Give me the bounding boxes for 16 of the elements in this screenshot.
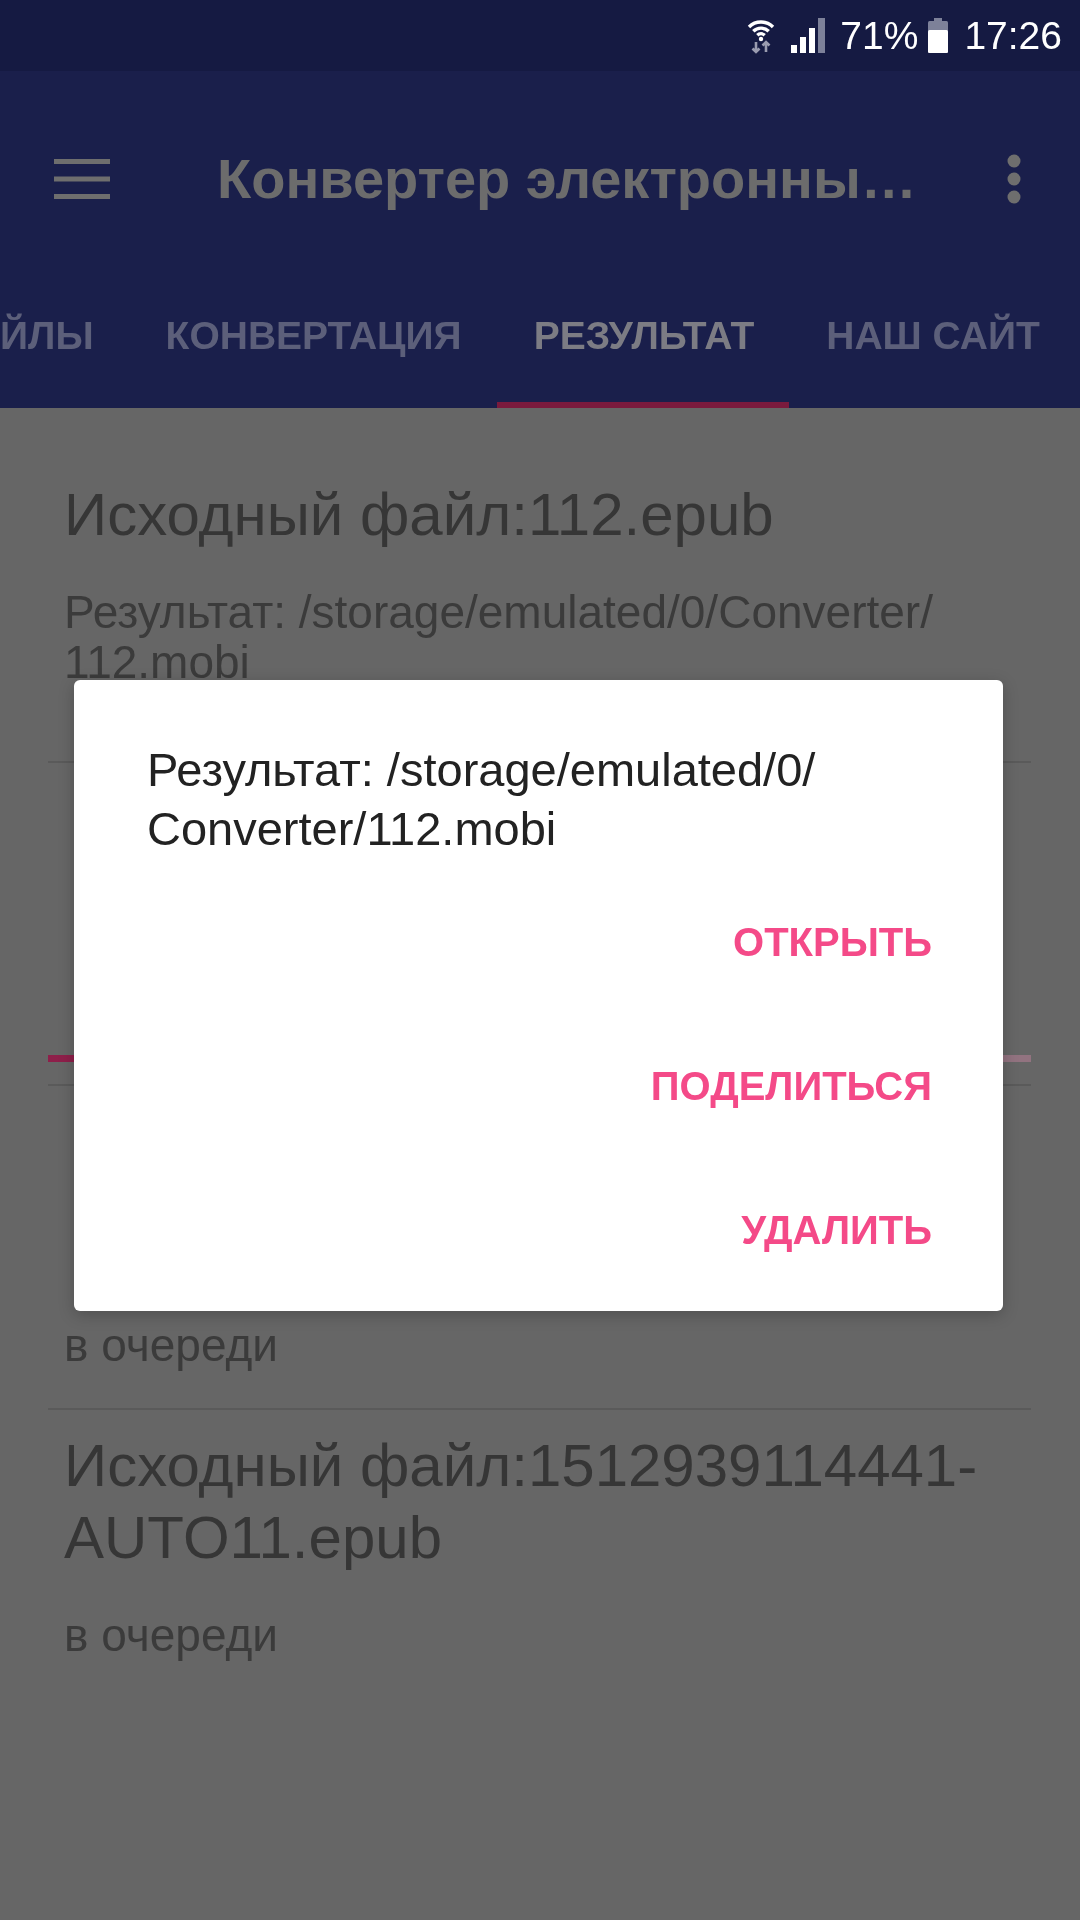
open-button[interactable]: ОТКРЫТЬ [709,892,956,992]
wifi-icon [747,17,776,54]
share-button[interactable]: ПОДЕЛИТЬСЯ [626,1036,956,1136]
battery-icon [928,18,949,53]
tab[interactable]: КОНВЕРТАЦИЯ [128,270,497,408]
tab[interactable]: НАШ САЙТ [789,270,1075,408]
tab[interactable]: ЙЛЫ [0,270,129,408]
dialog-message: Результат: /storage/emulated/0/Converter/112.mobi [147,742,817,857]
app-title: Конвертер электронны… [217,146,918,211]
battery-percent: 71% [840,13,919,58]
tab[interactable]: РЕЗУЛЬТАТ [496,270,790,408]
signal-icon [791,18,826,53]
menu-icon[interactable] [54,158,110,199]
delete-button[interactable]: УДАЛИТЬ [717,1180,956,1280]
more-icon[interactable] [1007,153,1021,204]
clock: 17:26 [964,13,1062,58]
